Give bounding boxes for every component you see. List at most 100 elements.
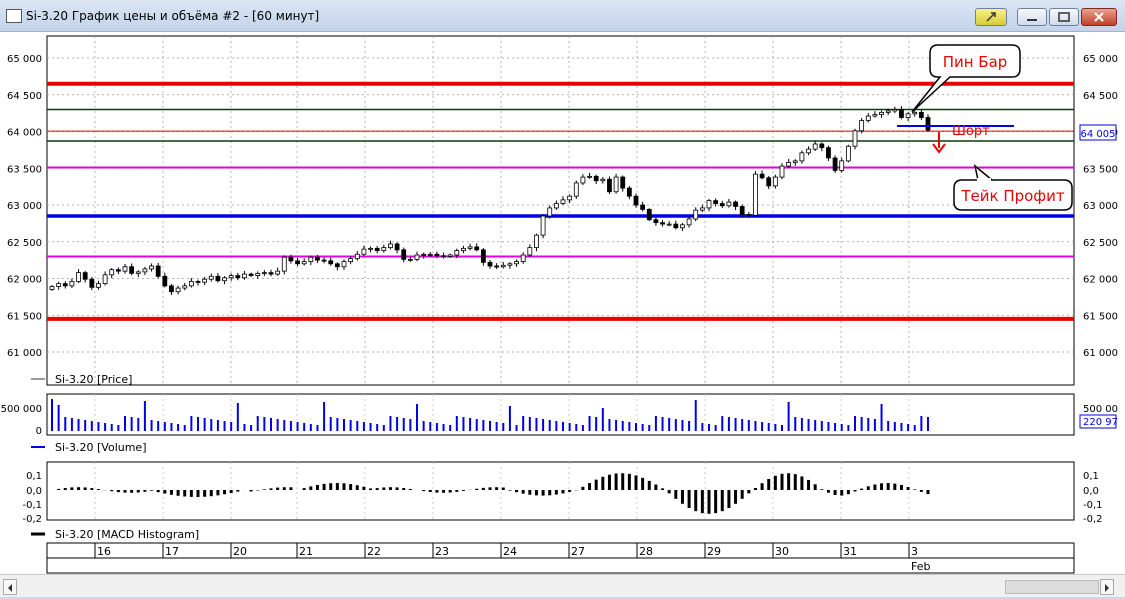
candle-body <box>381 247 387 251</box>
time-month-label: Feb <box>911 560 930 573</box>
candle-body <box>547 207 553 217</box>
macd-legend-label: Si-3.20 [MACD Histogram] <box>55 528 199 541</box>
candle-body <box>467 246 473 249</box>
window-titlebar: Si-3.20 График цены и объёма #2 - [60 ми… <box>0 0 1125 32</box>
candle-body <box>441 255 446 258</box>
candle-body <box>480 249 486 263</box>
candle-body <box>580 176 586 184</box>
candle-body <box>573 182 579 197</box>
candle-body <box>812 143 818 150</box>
chart-app-icon <box>6 9 22 23</box>
candle-body <box>845 145 851 162</box>
candle-body <box>759 173 765 179</box>
candle-body <box>514 261 519 265</box>
candle-body <box>248 273 254 276</box>
candle-body <box>553 203 559 209</box>
candle-body <box>315 256 320 261</box>
candle-body <box>507 263 513 266</box>
candle-body <box>175 287 181 293</box>
time-label: 24 <box>503 545 517 558</box>
candle-body <box>567 195 573 201</box>
candle-body <box>925 117 931 131</box>
time-label: 22 <box>367 545 381 558</box>
price-plot-area[interactable] <box>46 35 1075 386</box>
minimize-button[interactable] <box>1017 8 1047 26</box>
candle-body <box>766 177 772 187</box>
volume-tick-500k: 500 000 <box>1 404 42 415</box>
candle-body <box>341 261 347 268</box>
chart-canvas[interactable]: 65 00065 00064 50064 50064 00064 00063 5… <box>0 32 1125 574</box>
candle-body <box>454 250 460 256</box>
arrow-left-icon <box>8 584 12 592</box>
candle-body <box>368 247 373 250</box>
candle-body <box>301 261 307 265</box>
volume-tick-0: 0 <box>36 426 42 437</box>
macd-right-tick-minus-0-1: -0,1 <box>1083 500 1103 511</box>
candle-body <box>918 111 924 118</box>
candle-body <box>334 263 340 268</box>
candle-body <box>82 272 88 280</box>
candle-body <box>434 253 440 257</box>
macd-right-tick-0-1: 0,1 <box>1083 471 1099 482</box>
candle-body <box>719 203 725 207</box>
candle-body <box>374 247 380 251</box>
candle-body <box>122 266 128 272</box>
candle-body <box>268 272 274 275</box>
candle-body <box>182 285 188 289</box>
time-label: 20 <box>233 545 247 558</box>
pin-bar-label: Пин Бар <box>943 53 1008 71</box>
candle-body <box>779 165 785 178</box>
price-tick-left: 61 500 <box>7 311 42 322</box>
candle-body <box>653 219 659 224</box>
price-tick-left: 65 000 <box>7 54 42 65</box>
candle-body <box>646 209 652 221</box>
candle-body <box>76 272 81 282</box>
volume-plot-area[interactable] <box>46 393 1075 436</box>
short-label: Шорт <box>952 124 990 139</box>
macd-tick-0-0: 0,0 <box>26 486 42 497</box>
candle-body <box>792 160 798 163</box>
time-label: 21 <box>299 545 313 558</box>
candle-body <box>673 223 679 229</box>
horizontal-scrollbar[interactable] <box>0 574 1125 597</box>
candle-body <box>447 254 453 257</box>
candle-body <box>348 258 354 262</box>
candle-body <box>832 157 838 171</box>
candle-body <box>222 277 227 282</box>
candle-body <box>414 254 420 260</box>
candle-body <box>739 206 745 215</box>
candle-body <box>593 175 599 182</box>
price-tick-left: 63 000 <box>7 201 42 212</box>
close-button[interactable] <box>1081 8 1117 26</box>
candle-body <box>195 281 201 283</box>
pin-button[interactable] <box>975 8 1007 26</box>
macd-tick-minus-0-2: -0,2 <box>22 514 42 525</box>
candle-body <box>102 274 108 285</box>
time-label: 29 <box>707 545 721 558</box>
candle-body <box>660 222 665 225</box>
price-tick-right: 63 500 <box>1083 164 1118 175</box>
candle-body <box>407 258 413 261</box>
maximize-button[interactable] <box>1049 8 1079 26</box>
candle-body <box>733 201 738 207</box>
scroll-right-button[interactable] <box>1100 579 1114 595</box>
macd-right-tick-minus-0-2: -0,2 <box>1083 514 1103 525</box>
candle-body <box>912 111 918 115</box>
candle-body <box>261 272 267 275</box>
candle-body <box>155 265 161 277</box>
candle-body <box>527 247 533 256</box>
price-tick-right: 65 000 <box>1083 54 1118 65</box>
candle-body <box>680 224 685 229</box>
candle-body <box>879 111 884 115</box>
price-tick-left: 62 000 <box>7 275 42 286</box>
price-tick-left: 63 500 <box>7 164 42 175</box>
candle-body <box>686 218 692 226</box>
scroll-left-button[interactable] <box>3 579 17 595</box>
candle-body <box>135 271 141 274</box>
candle-body <box>607 178 612 193</box>
candle-body <box>786 161 792 167</box>
candle-body <box>852 130 858 147</box>
scroll-thumb[interactable] <box>1005 580 1099 594</box>
candle-body <box>427 253 433 256</box>
candle-body <box>188 281 194 287</box>
